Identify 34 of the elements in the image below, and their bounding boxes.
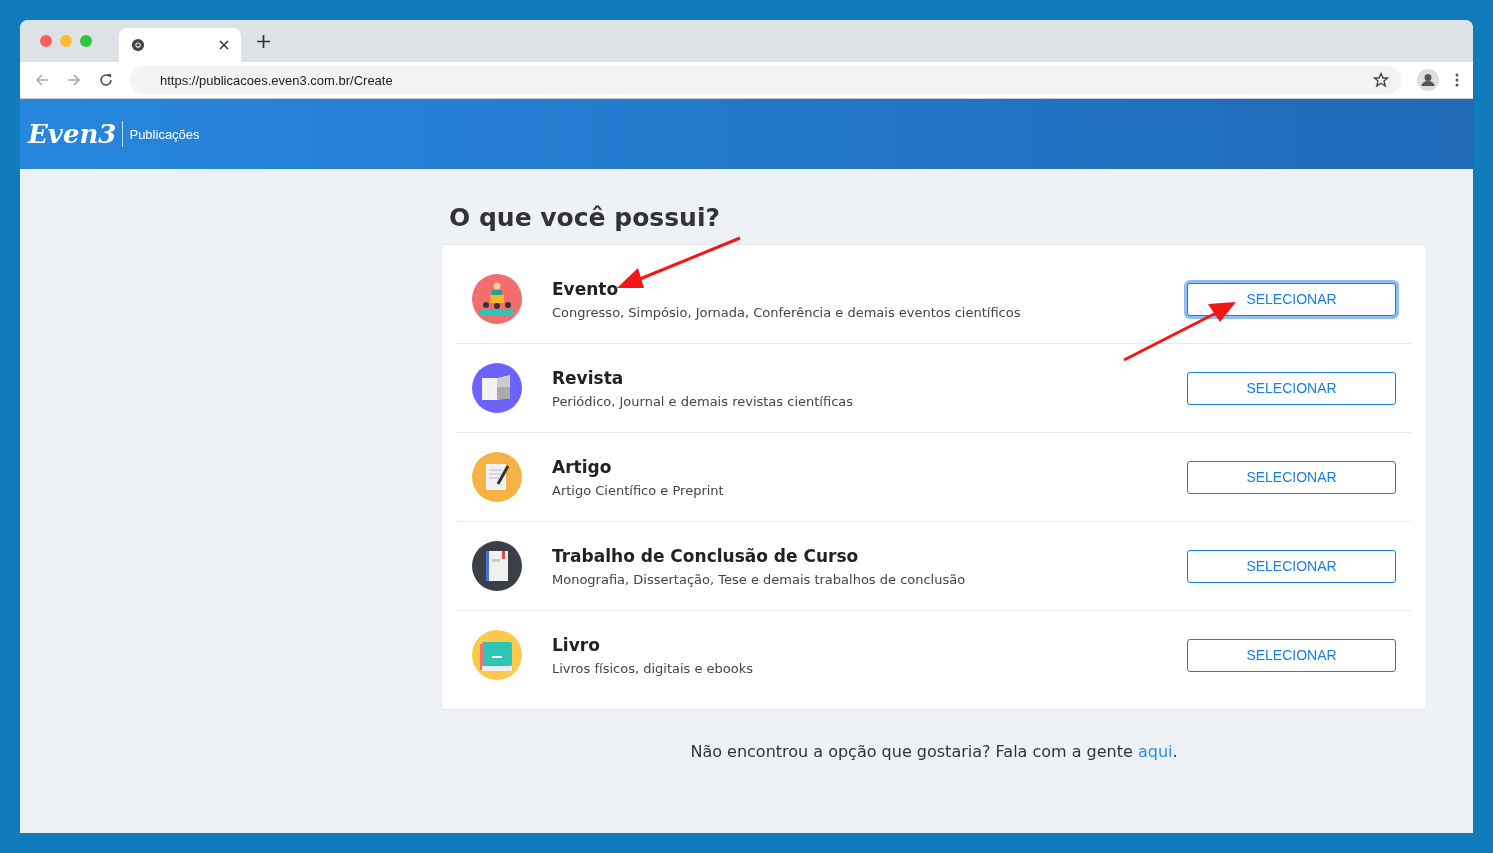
address-bar[interactable]: https://publicacoes.even3.com.br/Create [130,66,1401,94]
option-description: Monografia, Dissertação, Tese e demais trabalhos de conclusão [552,571,967,587]
option-description: Artigo Científico e Preprint [552,482,725,498]
section-label: Publicações [129,126,200,142]
select-button[interactable]: SELECIONAR [1187,638,1396,672]
book-icon [472,630,522,680]
notebook-icon [472,541,522,591]
option-description: Periódico, Journal e demais revistas científicas [552,393,855,409]
option-title: Revista [552,367,625,388]
menu-icon[interactable] [1455,73,1459,87]
profile-icon[interactable] [1417,69,1439,91]
select-button[interactable]: SELECIONAR [1187,460,1396,494]
select-button[interactable]: SELECIONAR [1187,549,1396,583]
option-description: Livros físicos, digitais e ebooks [552,660,755,676]
magazine-icon [472,363,522,413]
document-pen-icon [472,452,522,502]
browser-logo-icon [131,38,145,52]
select-button[interactable]: SELECIONAR [1187,282,1396,316]
help-text: Não encontrou a opção que gostaria? Fala com a gente aqui. [689,742,1179,761]
option-title: Trabalho de Conclusão de Curso [552,545,860,566]
new-tab-icon[interactable] [257,34,270,48]
page-title: O que você possui? [449,203,721,232]
contact-link[interactable]: aqui [1137,742,1173,761]
bookmark-star-icon[interactable] [1373,72,1389,88]
option-title: Artigo [552,456,613,477]
select-button[interactable]: SELECIONAR [1187,371,1396,405]
option-title: Livro [552,634,601,655]
option-description: Congresso, Simpósio, Jornada, Conferência e demais eventos científicos [552,304,1022,320]
reload-icon[interactable] [98,72,114,88]
option-title: Evento [552,278,620,299]
browser-tab[interactable] [119,28,241,62]
close-tab-icon[interactable] [219,40,229,50]
logo[interactable]: Even3 [28,119,117,149]
presenter-audience-icon [472,274,522,324]
